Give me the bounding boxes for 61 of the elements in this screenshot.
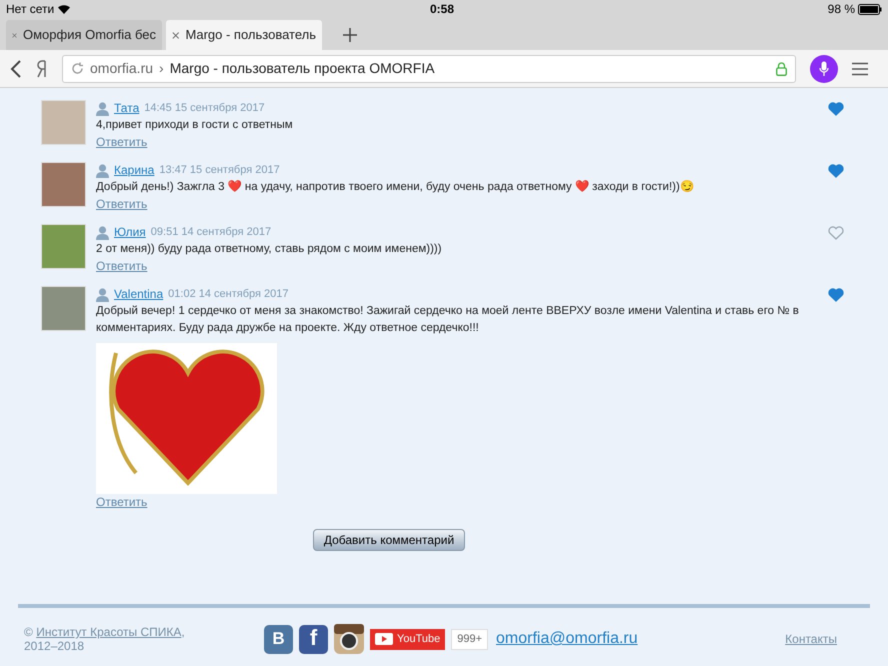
heart-icon[interactable] bbox=[828, 164, 844, 178]
voice-search-button[interactable] bbox=[810, 54, 838, 82]
comment-text: 4,привет приходи в гости с ответным bbox=[96, 118, 294, 133]
copyright-years: 2012–2018 bbox=[24, 639, 84, 653]
breadcrumb-separator: › bbox=[159, 59, 164, 78]
author-link[interactable]: Юлия bbox=[114, 224, 146, 241]
battery-icon bbox=[858, 4, 882, 14]
comment-text: 2 от меня)) буду рада ответному, ставь рядом с моим именем)))) bbox=[96, 242, 443, 257]
avatar-photo-placeholder[interactable] bbox=[41, 224, 86, 269]
lock-icon bbox=[776, 62, 787, 76]
wifi-icon bbox=[58, 4, 70, 14]
email-link[interactable]: omorfia@omorfia.ru bbox=[496, 627, 638, 651]
reply-link[interactable]: Ответить bbox=[96, 494, 148, 511]
menu-icon[interactable] bbox=[852, 62, 868, 76]
comment-text: Добрый вечер! 1 сердечко от меня за знакомство! Зажигай сердечко на моей ленте ВВЕРХУ возле имени Valentina и ставь его № в комментариях. Буду рада дружбе на проекте. Жду ответное сердечко!!! bbox=[96, 304, 800, 336]
youtube-button[interactable]: YouTube bbox=[370, 628, 446, 650]
add-comment-button[interactable]: Добавить комментарий bbox=[312, 529, 466, 551]
address-field[interactable]: omorfia.ru › Margo - пользователь проекта OMORFIA bbox=[62, 54, 796, 82]
avatar-photo-placeholder[interactable] bbox=[41, 286, 86, 331]
copyright-sign: © bbox=[24, 625, 33, 639]
comment-date: 09:51 14 сентября 2017 bbox=[150, 225, 272, 240]
subscriber-count: 999+ bbox=[451, 628, 488, 650]
url-domain: omorfia.ru bbox=[90, 59, 154, 78]
comma-text: , bbox=[181, 625, 185, 639]
heart-icon[interactable] bbox=[828, 288, 844, 302]
page-title: Margo - пользователь проекта OMORFIA bbox=[170, 59, 435, 78]
comment-date: 13:47 15 сентября 2017 bbox=[159, 163, 280, 178]
facebook-button[interactable]: f bbox=[299, 624, 328, 654]
user-icon bbox=[96, 226, 109, 240]
author-link[interactable]: Тата bbox=[114, 100, 140, 117]
comment-date: 01:02 14 сентября 2017 bbox=[168, 287, 288, 302]
reply-link[interactable]: Ответить bbox=[96, 258, 148, 275]
comment-date: 14:45 15 сентября 2017 bbox=[144, 101, 265, 116]
reload-icon[interactable] bbox=[71, 62, 84, 75]
battery-text: 98 % bbox=[828, 1, 855, 18]
browser-tab[interactable]: Margo - пользователь bbox=[166, 20, 322, 50]
comment-text: Добрый день!) Зажгла 3 ❤ на удачу, напротив твоего имени, буду очень рада ответному ❤ заходи в гости!))😏 bbox=[96, 179, 695, 195]
browser-tab[interactable]: Оморфия Omorfia бес bbox=[6, 20, 162, 50]
vk-button[interactable]: B bbox=[264, 624, 293, 654]
yandex-logo-icon[interactable] bbox=[36, 60, 48, 78]
heart-icon[interactable] bbox=[828, 226, 844, 240]
back-icon[interactable] bbox=[10, 60, 22, 78]
clock-text: 0:58 bbox=[430, 1, 454, 18]
new-tab-icon[interactable] bbox=[342, 27, 358, 43]
author-link[interactable]: Valentina bbox=[114, 286, 164, 303]
avatar-photo-placeholder[interactable] bbox=[41, 162, 86, 207]
heart-icon[interactable] bbox=[828, 102, 844, 116]
reply-link[interactable]: Ответить bbox=[96, 134, 148, 151]
contacts-link[interactable]: Контакты bbox=[785, 630, 837, 648]
carrier-text: Нет сети bbox=[6, 1, 54, 18]
user-icon bbox=[96, 102, 109, 116]
reply-link[interactable]: Ответить bbox=[96, 196, 148, 213]
author-link[interactable]: Карина bbox=[114, 162, 154, 179]
user-icon bbox=[96, 288, 109, 302]
camera-app-icon[interactable] bbox=[334, 624, 364, 654]
close-icon[interactable] bbox=[12, 30, 17, 40]
organization-link[interactable]: Институт Красоты СПИКА bbox=[36, 625, 182, 639]
microphone-icon bbox=[819, 60, 829, 76]
play-icon bbox=[375, 633, 393, 645]
close-icon[interactable] bbox=[172, 30, 180, 40]
user-icon bbox=[96, 164, 109, 178]
